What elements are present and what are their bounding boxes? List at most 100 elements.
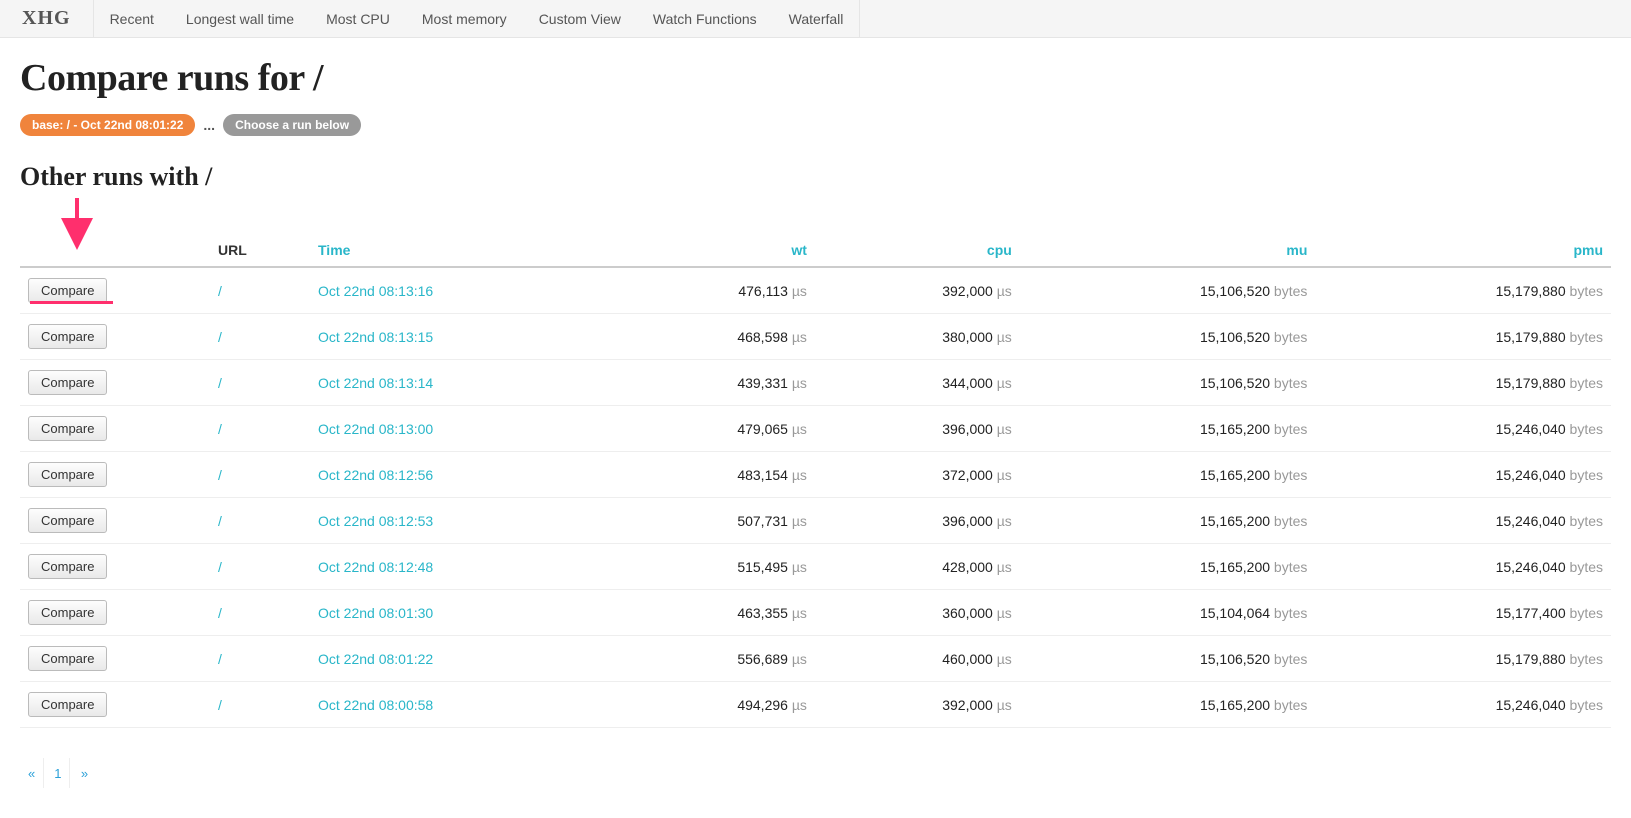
nav-item-most-cpu[interactable]: Most CPU bbox=[310, 0, 406, 37]
compare-selection-row: base: / - Oct 22nd 08:01:22 ... Choose a… bbox=[20, 114, 1611, 136]
base-run-pill[interactable]: base: / - Oct 22nd 08:01:22 bbox=[20, 114, 195, 136]
cell-pmu: 15,246,040 bytes bbox=[1315, 452, 1611, 498]
cell-mu: 15,106,520 bytes bbox=[1020, 636, 1316, 682]
table-row: Compare / Oct 22nd 08:13:00 479,065 µs396,0… bbox=[20, 406, 1611, 452]
cell-cpu: 392,000 µs bbox=[815, 267, 1020, 314]
cell-cpu: 428,000 µs bbox=[815, 544, 1020, 590]
cell-pmu: 15,246,040 bytes bbox=[1315, 544, 1611, 590]
cell-cpu: 372,000 µs bbox=[815, 452, 1020, 498]
col-cpu[interactable]: cpu bbox=[815, 236, 1020, 267]
cell-wt: 476,113 µs bbox=[610, 267, 815, 314]
nav-item-custom-view[interactable]: Custom View bbox=[523, 0, 637, 37]
col-wt[interactable]: wt bbox=[610, 236, 815, 267]
run-time-link[interactable]: Oct 22nd 08:01:22 bbox=[318, 651, 433, 667]
cell-pmu: 15,246,040 bytes bbox=[1315, 682, 1611, 728]
ellipsis: ... bbox=[203, 117, 215, 133]
cell-cpu: 396,000 µs bbox=[815, 406, 1020, 452]
nav-item-longest-wall-time[interactable]: Longest wall time bbox=[170, 0, 310, 37]
table-row: Compare / Oct 22nd 08:01:22 556,689 µs460,0… bbox=[20, 636, 1611, 682]
cell-mu: 15,165,200 bytes bbox=[1020, 452, 1316, 498]
compare-button[interactable]: Compare bbox=[28, 554, 107, 579]
nav-item-recent[interactable]: Recent bbox=[94, 0, 170, 37]
page-title: Compare runs for / bbox=[20, 56, 1611, 100]
run-time-link[interactable]: Oct 22nd 08:13:16 bbox=[318, 283, 433, 299]
compare-button[interactable]: Compare bbox=[28, 370, 107, 395]
cell-cpu: 360,000 µs bbox=[815, 590, 1020, 636]
cell-wt: 479,065 µs bbox=[610, 406, 815, 452]
table-row: Compare / Oct 22nd 08:12:48 515,495 µs428,0… bbox=[20, 544, 1611, 590]
run-time-link[interactable]: Oct 22nd 08:13:14 bbox=[318, 375, 433, 391]
cell-wt: 515,495 µs bbox=[610, 544, 815, 590]
col-compare bbox=[20, 236, 210, 267]
compare-button[interactable]: Compare bbox=[28, 600, 107, 625]
table-row: Compare / Oct 22nd 08:13:16 476,113 µs392,0… bbox=[20, 267, 1611, 314]
nav-item-most-memory[interactable]: Most memory bbox=[406, 0, 523, 37]
cell-mu: 15,106,520 bytes bbox=[1020, 314, 1316, 360]
section-title-prefix: Other runs with bbox=[20, 162, 199, 191]
run-time-link[interactable]: Oct 22nd 08:12:48 bbox=[318, 559, 433, 575]
run-url-link[interactable]: / bbox=[218, 697, 222, 713]
nav-item-waterfall[interactable]: Waterfall bbox=[773, 0, 860, 37]
pager-prev[interactable]: « bbox=[20, 758, 44, 788]
compare-button[interactable]: Compare bbox=[28, 324, 107, 349]
cell-wt: 463,355 µs bbox=[610, 590, 815, 636]
run-time-link[interactable]: Oct 22nd 08:13:00 bbox=[318, 421, 433, 437]
compare-button[interactable]: Compare bbox=[28, 508, 107, 533]
brand-logo[interactable]: XHG bbox=[0, 0, 93, 37]
run-url-link[interactable]: / bbox=[218, 467, 222, 483]
run-url-link[interactable]: / bbox=[218, 421, 222, 437]
cell-cpu: 460,000 µs bbox=[815, 636, 1020, 682]
section-title-suffix: / bbox=[205, 162, 212, 191]
pagination: « 1 » bbox=[20, 758, 1611, 788]
cell-wt: 507,731 µs bbox=[610, 498, 815, 544]
cell-pmu: 15,179,880 bytes bbox=[1315, 636, 1611, 682]
cell-pmu: 15,179,880 bytes bbox=[1315, 267, 1611, 314]
col-pmu[interactable]: pmu bbox=[1315, 236, 1611, 267]
cell-pmu: 15,246,040 bytes bbox=[1315, 406, 1611, 452]
cell-pmu: 15,179,880 bytes bbox=[1315, 314, 1611, 360]
compare-button[interactable]: Compare bbox=[28, 692, 107, 717]
compare-button[interactable]: Compare bbox=[28, 278, 107, 303]
nav-item-watch-functions[interactable]: Watch Functions bbox=[637, 0, 773, 37]
run-url-link[interactable]: / bbox=[218, 283, 222, 299]
cell-wt: 556,689 µs bbox=[610, 636, 815, 682]
cell-pmu: 15,246,040 bytes bbox=[1315, 498, 1611, 544]
cell-wt: 483,154 µs bbox=[610, 452, 815, 498]
page-title-prefix: Compare runs for bbox=[20, 57, 304, 99]
pager-next[interactable]: » bbox=[72, 758, 96, 788]
cell-mu: 15,165,200 bytes bbox=[1020, 406, 1316, 452]
pager-page-1[interactable]: 1 bbox=[46, 758, 70, 788]
runs-table: URL Time wt cpu mu pmu Compare / Oct 22nd … bbox=[20, 236, 1611, 728]
cell-mu: 15,165,200 bytes bbox=[1020, 544, 1316, 590]
run-url-link[interactable]: / bbox=[218, 559, 222, 575]
page-title-suffix: / bbox=[313, 57, 323, 99]
run-url-link[interactable]: / bbox=[218, 605, 222, 621]
table-row: Compare/Oct 22nd 08:13:14439,331 µs344,0… bbox=[20, 360, 1611, 406]
cell-mu: 15,106,520 bytes bbox=[1020, 360, 1316, 406]
table-row: Compare/Oct 22nd 08:12:53507,731 µs396,0… bbox=[20, 498, 1611, 544]
cell-mu: 15,106,520 bytes bbox=[1020, 267, 1316, 314]
cell-wt: 494,296 µs bbox=[610, 682, 815, 728]
compare-button[interactable]: Compare bbox=[28, 416, 107, 441]
run-time-link[interactable]: Oct 22nd 08:12:56 bbox=[318, 467, 433, 483]
cell-cpu: 392,000 µs bbox=[815, 682, 1020, 728]
run-time-link[interactable]: Oct 22nd 08:13:15 bbox=[318, 329, 433, 345]
run-url-link[interactable]: / bbox=[218, 375, 222, 391]
run-time-link[interactable]: Oct 22nd 08:00:58 bbox=[318, 697, 433, 713]
run-time-link[interactable]: Oct 22nd 08:12:53 bbox=[318, 513, 433, 529]
col-time[interactable]: Time bbox=[310, 236, 610, 267]
col-url[interactable]: URL bbox=[210, 236, 310, 267]
run-url-link[interactable]: / bbox=[218, 513, 222, 529]
table-row: Compare / Oct 22nd 08:01:30 463,355 µs360,0… bbox=[20, 590, 1611, 636]
cell-cpu: 344,000 µs bbox=[815, 360, 1020, 406]
run-url-link[interactable]: / bbox=[218, 651, 222, 667]
cell-pmu: 15,177,400 bytes bbox=[1315, 590, 1611, 636]
run-url-link[interactable]: / bbox=[218, 329, 222, 345]
cell-wt: 468,598 µs bbox=[610, 314, 815, 360]
compare-button[interactable]: Compare bbox=[28, 646, 107, 671]
run-time-link[interactable]: Oct 22nd 08:01:30 bbox=[318, 605, 433, 621]
table-row: Compare / Oct 22nd 08:12:56 483,154 µs372,0… bbox=[20, 452, 1611, 498]
col-mu[interactable]: mu bbox=[1020, 236, 1316, 267]
top-nav: XHG RecentLongest wall timeMost CPUMost … bbox=[0, 0, 1631, 38]
compare-button[interactable]: Compare bbox=[28, 462, 107, 487]
